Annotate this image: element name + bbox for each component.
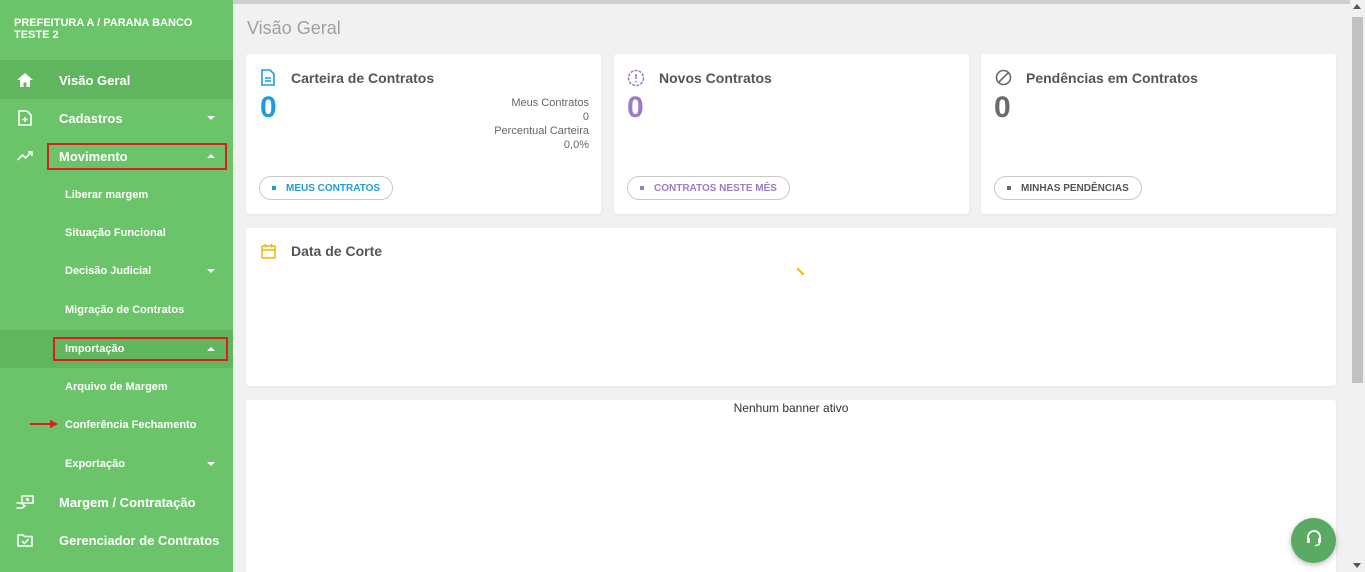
chevron-down-icon [207, 462, 215, 466]
contratos-neste-mes-button[interactable]: CONTRATOS NESTE MÊS [627, 176, 790, 200]
block-icon [995, 69, 1012, 91]
card-pendencias-contratos: Pendências em Contratos 0 MINHAS PENDÊNC… [981, 54, 1336, 214]
pendencias-count: 0 [994, 91, 1011, 124]
carteira-count: 0 [260, 91, 277, 124]
sidebar-item-label: Cadastros [59, 110, 123, 126]
button-label: MINHAS PENDÊNCIAS [1021, 182, 1129, 194]
bullet-icon [640, 186, 644, 190]
card-data-corte: Data de Corte [246, 228, 1336, 386]
alert-badge-icon [627, 69, 645, 92]
sidebar-item-gerenciador-contratos[interactable]: Gerenciador de Contratos [0, 521, 233, 559]
card-novos-contratos: Novos Contratos 0 CONTRATOS NESTE MÊS [614, 54, 969, 214]
home-icon [16, 71, 34, 89]
folder-check-icon [16, 531, 34, 549]
sidebar-item-label: Arquivo de Margem [65, 381, 168, 393]
card-title: Pendências em Contratos [1026, 70, 1198, 86]
percentual-carteira-value: 0,0% [563, 139, 589, 151]
sidebar-item-decisao-judicial[interactable]: Decisão Judicial [0, 252, 233, 290]
card-title: Novos Contratos [659, 70, 772, 86]
sidebar-item-exportacao[interactable]: Exportação [0, 445, 233, 483]
document-icon [261, 69, 275, 91]
sidebar-item-label: Margem / Contratação [59, 494, 196, 510]
loading-spinner-icon [797, 263, 805, 281]
chevron-down-icon [207, 116, 215, 120]
calendar-icon [261, 243, 276, 264]
brand-title: PREFEITURA A / PARANA BANCO TESTE 2 [14, 17, 193, 41]
banner-panel: Nenhum banner ativo [246, 400, 1336, 572]
minhas-pendencias-button[interactable]: MINHAS PENDÊNCIAS [994, 176, 1142, 200]
percentual-carteira-label: Percentual Carteira [494, 125, 589, 137]
novos-count: 0 [627, 91, 644, 124]
sidebar-item-cadastros[interactable]: Cadastros [0, 99, 233, 137]
banner-empty-text: Nenhum banner ativo [733, 401, 849, 415]
sidebar-item-label: Gerenciador de Contratos [59, 532, 220, 548]
handshake-money-icon [16, 493, 34, 511]
carteira-stats: Meus Contratos 0 Percentual Carteira 0,0… [494, 96, 589, 152]
card-title: Carteira de Contratos [291, 70, 435, 86]
highlight-box-movimento [47, 143, 227, 170]
bullet-icon [272, 186, 276, 190]
sidebar-item-label: Visão Geral [59, 72, 131, 88]
scroll-down-icon[interactable] [1353, 563, 1361, 568]
sidebar-item-margem-contratacao[interactable]: Margem / Contratação [0, 483, 233, 521]
top-bar [233, 0, 1365, 4]
sidebar-item-label: Conferência Fechamento [65, 419, 197, 431]
meus-contratos-value: 0 [582, 111, 589, 123]
sidebar-item-label: Liberar margem [65, 189, 149, 201]
chevron-down-icon [207, 269, 215, 273]
sidebar-item-label: Decisão Judicial [65, 265, 152, 277]
headset-icon [1305, 529, 1323, 552]
sidebar-item-visao-geral[interactable]: Visão Geral [0, 61, 233, 99]
sidebar-item-situacao-funcional[interactable]: Situação Funcional [0, 214, 233, 252]
meus-contratos-label: Meus Contratos [511, 97, 589, 109]
sidebar-item-label: Situação Funcional [65, 227, 166, 239]
page-title: Visão Geral [247, 18, 341, 38]
sidebar-item-migracao-contratos[interactable]: Migração de Contratos [0, 291, 233, 329]
sidebar-item-liberar-margem[interactable]: Liberar margem [0, 176, 233, 214]
sidebar-item-arquivo-margem[interactable]: Arquivo de Margem [0, 368, 233, 406]
scrollbar-thumb[interactable] [1352, 17, 1363, 383]
document-add-icon [16, 109, 34, 127]
card-title: Data de Corte [291, 243, 383, 259]
sidebar: PREFEITURA A / PARANA BANCO TESTE 2 Visã… [0, 0, 233, 572]
meus-contratos-button[interactable]: MEUS CONTRATOS [259, 176, 394, 200]
arrow-right-icon [30, 420, 58, 428]
button-label: MEUS CONTRATOS [286, 182, 381, 194]
card-carteira-contratos: Carteira de Contratos 0 Meus Contratos 0… [246, 54, 601, 214]
highlight-box-importacao [53, 337, 228, 361]
bullet-icon [1007, 186, 1011, 190]
button-label: CONTRATOS NESTE MÊS [654, 182, 777, 194]
sidebar-item-label: Migração de Contratos [65, 304, 185, 316]
trending-up-icon [16, 147, 34, 165]
support-chat-button[interactable] [1291, 518, 1336, 563]
sidebar-item-label: Exportação [65, 458, 125, 470]
scroll-up-icon[interactable] [1353, 4, 1361, 9]
